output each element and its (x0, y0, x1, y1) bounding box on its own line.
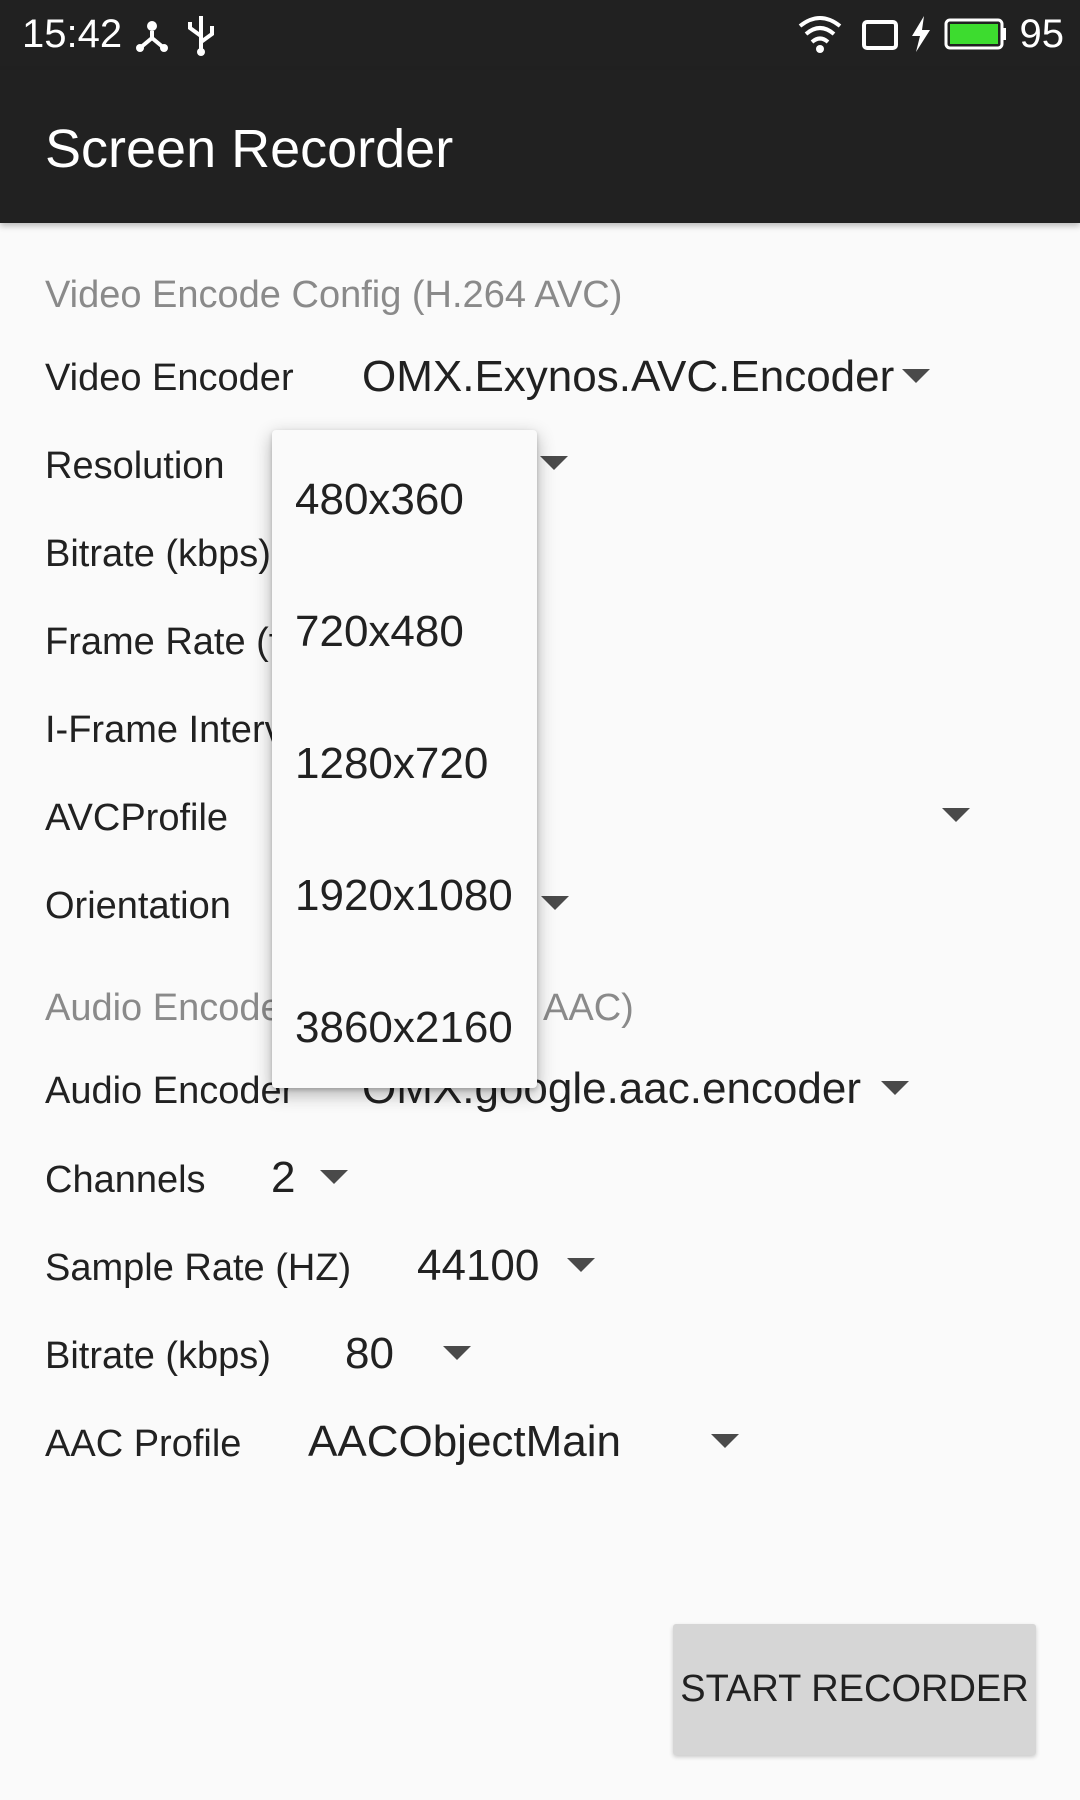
usb-icon (184, 14, 218, 61)
chevron-down-icon[interactable] (541, 896, 569, 910)
chevron-down-icon (567, 1258, 595, 1272)
video-section-title: Video Encode Config (H.264 AVC) (45, 274, 623, 316)
chevron-down-icon (902, 369, 930, 383)
audio-section-title: Audio Encode (45, 987, 282, 1029)
wifi-icon (796, 14, 844, 59)
audio-bitrate-value: 80 (345, 1329, 394, 1378)
frame-rate-label: Frame Rate (f (45, 621, 280, 663)
resolution-option[interactable]: 720x480 (295, 607, 464, 657)
video-encoder-value: OMX.Exynos.AVC.Encoder (362, 352, 895, 401)
resolution-dropdown: 480x360 720x480 1280x720 1920x1080 3860x… (272, 430, 537, 1088)
status-time: 15:42 (22, 12, 123, 56)
screen-icon (860, 14, 900, 59)
orientation-label: Orientation (45, 885, 231, 927)
chevron-down-icon (320, 1170, 348, 1184)
start-recorder-button[interactable]: START RECORDER (673, 1624, 1036, 1755)
resolution-label: Resolution (45, 445, 225, 487)
aac-profile-label: AAC Profile (45, 1423, 242, 1465)
resolution-option[interactable]: 480x360 (295, 475, 464, 525)
chevron-down-icon (711, 1434, 739, 1448)
video-bitrate-label: Bitrate (kbps) (45, 533, 271, 575)
avc-profile-label: AVCProfile (45, 797, 229, 839)
aac-profile-value: AACObjectMain (308, 1417, 622, 1466)
video-encoder-label: Video Encoder (45, 357, 294, 399)
chevron-down-icon (881, 1081, 909, 1095)
resolution-option[interactable]: 1920x1080 (295, 871, 513, 921)
usb-debug-icon (132, 14, 172, 59)
chevron-down-icon[interactable] (540, 456, 568, 470)
sample-rate-value: 44100 (417, 1241, 540, 1290)
charging-icon (908, 14, 934, 59)
app-title: Screen Recorder (45, 119, 454, 179)
battery-icon (944, 14, 1008, 59)
resolution-option[interactable]: 3860x2160 (295, 1003, 513, 1053)
chevron-down-icon (443, 1346, 471, 1360)
audio-encoder-label: Audio Encoder (45, 1070, 295, 1112)
status-bar: 15:42 95 (0, 0, 1080, 70)
battery-percent: 95 (1019, 12, 1065, 56)
channels-label: Channels (45, 1159, 206, 1201)
audio-section-title-tail: AAC) (543, 987, 634, 1029)
iframe-interval-label: I-Frame Interv (45, 709, 284, 751)
app-bar: Screen Recorder (0, 70, 1080, 223)
channels-value: 2 (271, 1153, 296, 1202)
chevron-down-icon[interactable] (942, 808, 970, 822)
resolution-option[interactable]: 1280x720 (295, 739, 488, 789)
sample-rate-label: Sample Rate (HZ) (45, 1247, 352, 1289)
audio-bitrate-label: Bitrate (kbps) (45, 1335, 271, 1377)
